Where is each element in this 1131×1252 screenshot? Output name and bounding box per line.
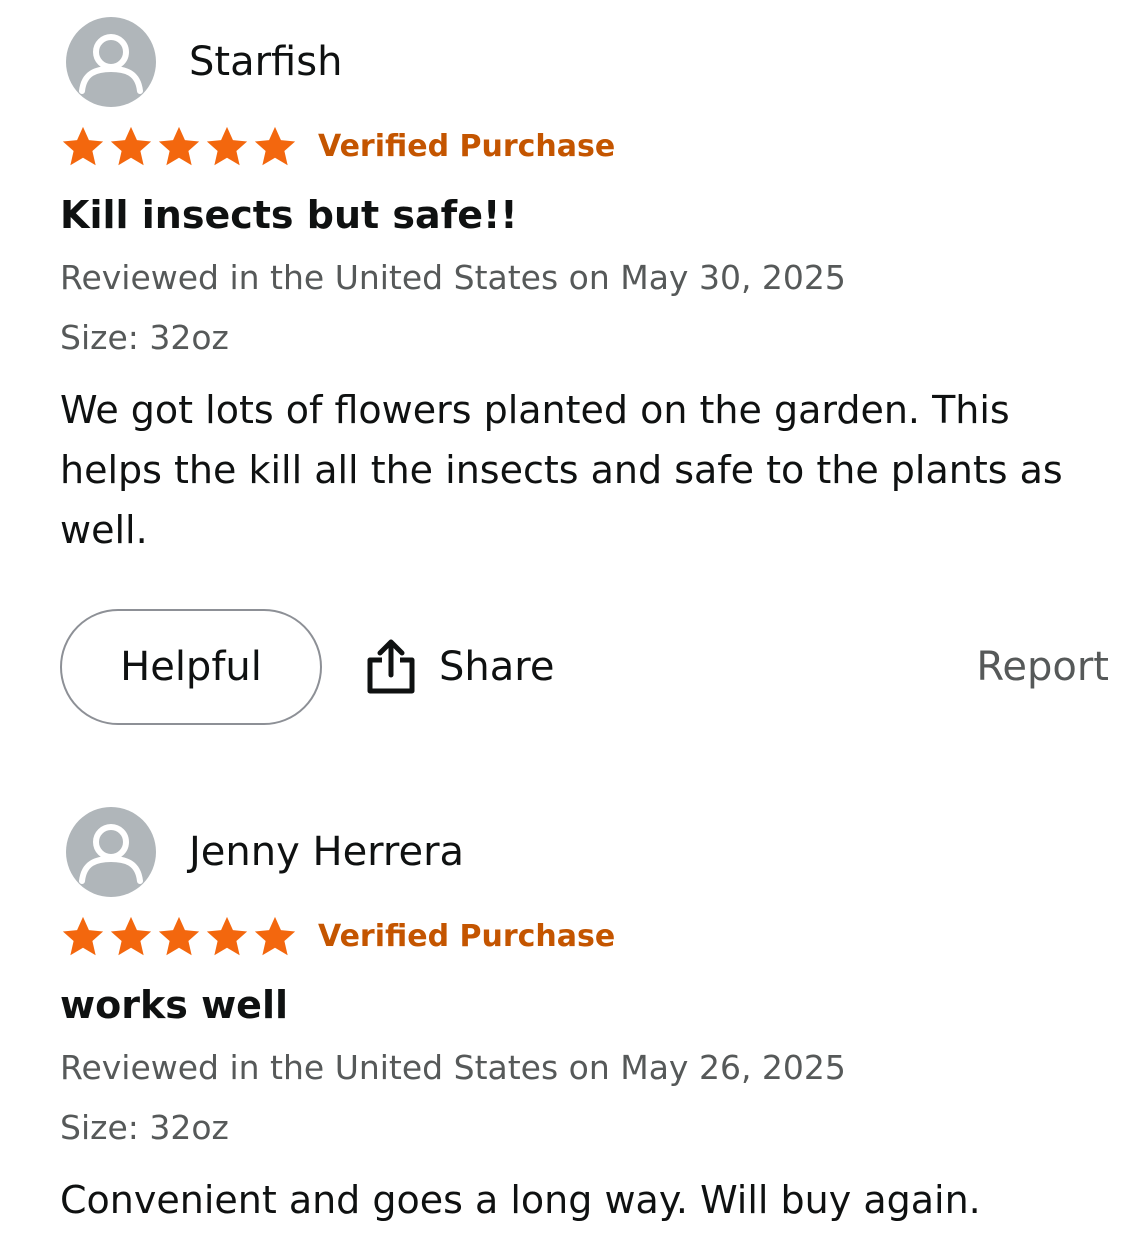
avatar <box>66 807 156 897</box>
review-title: Kill insects but safe!! <box>60 193 518 237</box>
user-silhouette-icon <box>79 824 143 884</box>
star-icon <box>110 916 152 956</box>
star-icon <box>62 916 104 956</box>
avatar <box>66 17 156 107</box>
helpful-button[interactable]: Helpful <box>60 609 322 725</box>
star-icon <box>206 126 248 166</box>
star-icon <box>110 126 152 166</box>
share-icon <box>367 639 415 694</box>
review-date: Reviewed in the United States on May 26,… <box>60 1048 846 1087</box>
verified-purchase-badge: Verified Purchase <box>318 919 616 954</box>
reviewer-name[interactable]: Jenny Herrera <box>189 828 464 876</box>
user-silhouette-icon <box>79 34 143 94</box>
product-size: Size: 32oz <box>60 318 229 357</box>
product-size: Size: 32oz <box>60 1108 229 1147</box>
share-label: Share <box>439 644 555 690</box>
verified-purchase-badge: Verified Purchase <box>318 129 616 164</box>
star-icon <box>254 916 296 956</box>
star-icon <box>158 126 200 166</box>
review-date: Reviewed in the United States on May 30,… <box>60 258 846 297</box>
star-rating <box>60 124 298 170</box>
reviewer-name[interactable]: Starfish <box>189 38 342 86</box>
review-title: works well <box>60 983 288 1027</box>
star-icon <box>206 916 248 956</box>
share-button[interactable]: Share <box>365 633 554 701</box>
review-actions: Helpful Share Report <box>0 609 1131 725</box>
star-icon <box>62 126 104 166</box>
star-icon <box>158 916 200 956</box>
review-body: We got lots of flowers planted on the ga… <box>60 388 1063 552</box>
star-rating <box>60 914 298 960</box>
review-body: Convenient and goes a long way. Will buy… <box>60 1178 981 1222</box>
report-link[interactable]: Report <box>976 643 1109 691</box>
star-icon <box>254 126 296 166</box>
